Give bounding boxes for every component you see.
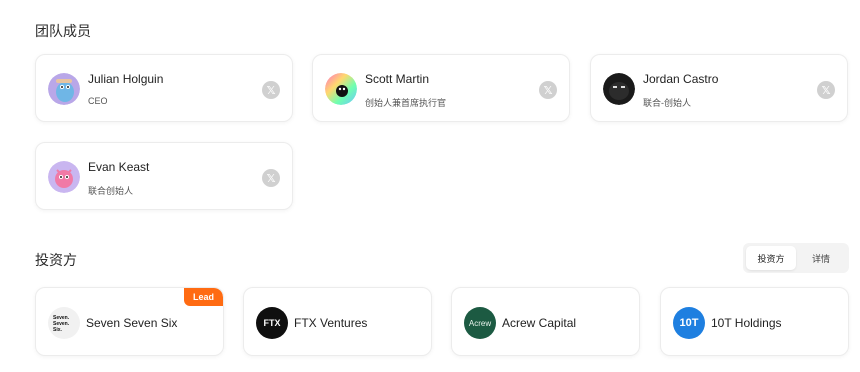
10t-logo-text: 10T — [679, 317, 699, 329]
acrew-logo: Acrew — [464, 307, 496, 339]
member-name: Julian Holguin — [88, 72, 164, 86]
member-role: 联合-创始人 — [643, 98, 691, 108]
x-icon[interactable]: 𝕏 — [262, 81, 280, 99]
avatar — [48, 161, 80, 193]
investor-card-seven-seven-six[interactable]: Seven. Seven. Six. Seven Seven Six Lead — [35, 287, 224, 356]
avatar — [603, 73, 635, 105]
member-card-evan-keast[interactable]: Evan Keast 联合创始人 𝕏 — [35, 142, 293, 210]
toggle-investors[interactable]: 投资方 — [746, 246, 796, 270]
investor-name: 10T Holdings — [711, 316, 782, 330]
member-name: Scott Martin — [365, 72, 430, 86]
x-icon[interactable]: 𝕏 — [539, 81, 557, 99]
member-card-julian-holguin[interactable]: Julian Holguin CEO 𝕏 — [35, 54, 293, 122]
x-icon[interactable]: 𝕏 — [262, 169, 280, 187]
member-role: CEO — [88, 96, 108, 106]
lead-badge: Lead — [184, 288, 223, 306]
ftx-logo-text: FTX — [263, 318, 281, 328]
member-card-jordan-castro[interactable]: Jordan Castro 联合-创始人 𝕏 — [590, 54, 848, 122]
avatar — [48, 73, 80, 105]
avatar — [325, 73, 357, 105]
investors-section-title: 投资方 — [35, 252, 77, 268]
10t-logo: 10T — [673, 307, 705, 339]
investor-name: FTX Ventures — [294, 316, 368, 330]
svg-text:Six.: Six. — [53, 327, 63, 333]
member-name: Evan Keast — [88, 160, 150, 174]
member-role: 联合创始人 — [88, 186, 134, 196]
investor-card-acrew-capital[interactable]: Acrew Acrew Capital — [451, 287, 640, 356]
x-icon[interactable]: 𝕏 — [817, 81, 835, 99]
toggle-details[interactable]: 详情 — [796, 246, 846, 270]
investor-name: Acrew Capital — [502, 316, 577, 330]
member-role: 创始人兼首席执行官 — [365, 98, 447, 108]
investor-view-toggle: 投资方 详情 — [743, 243, 849, 273]
member-card-scott-martin[interactable]: Scott Martin 创始人兼首席执行官 𝕏 — [312, 54, 570, 122]
investor-name: Seven Seven Six — [86, 316, 178, 330]
ftx-logo: FTX — [256, 307, 288, 339]
investor-card-ftx-ventures[interactable]: FTX FTX Ventures — [243, 287, 432, 356]
investor-card-10t-holdings[interactable]: 10T 10T Holdings — [660, 287, 849, 356]
seven-seven-six-logo: Seven. Seven. Six. — [48, 307, 80, 339]
member-name: Jordan Castro — [643, 72, 719, 86]
acrew-logo-text: Acrew — [468, 318, 492, 328]
team-section-title: 团队成员 — [35, 23, 91, 39]
